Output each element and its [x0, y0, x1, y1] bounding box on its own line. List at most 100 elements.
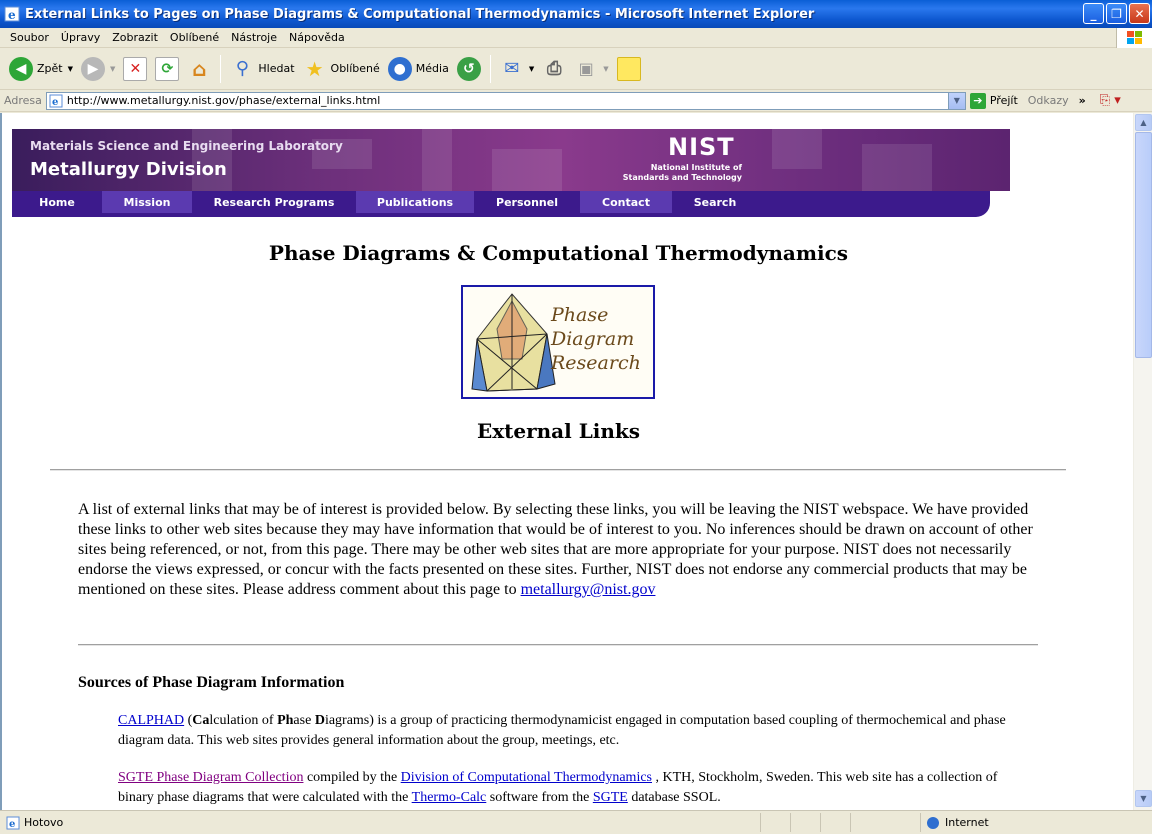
dct-link[interactable]: Division of Computational Thermodynamics — [401, 770, 652, 785]
nav-research-programs[interactable]: Research Programs — [192, 191, 356, 213]
edit-button[interactable]: ▣ ▼ — [571, 52, 611, 86]
text-fragment: compiled by the — [303, 770, 401, 785]
forward-dropdown-icon[interactable]: ▼ — [110, 65, 115, 73]
scroll-thumb[interactable] — [1135, 132, 1152, 358]
scroll-down-icon[interactable]: ▼ — [1135, 790, 1152, 807]
nist-banner: Materials Science and Engineering Labora… — [12, 129, 1010, 191]
nist-subtitle-line2: Standards and Technology — [622, 173, 742, 182]
nist-logo[interactable]: NIST — [668, 133, 735, 161]
sgte-link[interactable]: SGTE — [593, 790, 628, 805]
home-button[interactable]: ⌂ — [184, 52, 214, 86]
note-icon — [616, 56, 641, 81]
menu-edit[interactable]: Úpravy — [55, 31, 106, 44]
text-fragment: D — [314, 713, 325, 728]
sgte-paragraph: SGTE Phase Diagram Collection compiled b… — [118, 768, 1018, 808]
status-text: Hotovo — [24, 816, 64, 829]
thermo-calc-link[interactable]: Thermo-Calc — [412, 790, 487, 805]
text-fragment: lculation of — [209, 713, 278, 728]
sgte-collection-link[interactable]: SGTE Phase Diagram Collection — [118, 770, 303, 785]
nav-contact[interactable]: Contact — [580, 191, 672, 213]
maximize-button[interactable]: ❐ — [1106, 3, 1127, 24]
phase-diagram-prism-icon — [471, 293, 556, 392]
forward-button[interactable]: ▶ ▼ — [78, 52, 118, 86]
address-label: Adresa — [4, 94, 42, 107]
menu-file[interactable]: Soubor — [4, 31, 55, 44]
vertical-scrollbar[interactable]: ▲ ▼ — [1133, 113, 1152, 810]
search-button[interactable]: ⚲ Hledat — [227, 52, 297, 86]
nav-mission[interactable]: Mission — [102, 191, 192, 213]
address-bar: Adresa e http://www.metallurgy.nist.gov/… — [0, 90, 1152, 112]
calphad-link[interactable]: CALPHAD — [118, 713, 184, 728]
stop-button[interactable]: ✕ — [120, 52, 150, 86]
logo-text-line1: Phase — [551, 304, 609, 326]
nav-publications[interactable]: Publications — [356, 191, 474, 213]
divider — [78, 644, 1038, 646]
messenger-button[interactable] — [614, 52, 644, 86]
history-button[interactable]: ↺ — [454, 52, 484, 86]
site-nav: Home Mission Research Programs Publicati… — [12, 191, 990, 217]
go-button[interactable]: ➔ Přejít — [969, 92, 1018, 109]
menu-tools[interactable]: Nástroje — [225, 31, 283, 44]
links-more-icon[interactable]: » — [1079, 94, 1086, 107]
toolbar-extension-icon[interactable]: ⎘ ▾ — [1100, 93, 1121, 108]
address-url: http://www.metallurgy.nist.gov/phase/ext… — [66, 94, 381, 107]
address-dropdown-icon[interactable]: ▼ — [947, 92, 965, 109]
links-label[interactable]: Odkazy — [1028, 94, 1069, 107]
text-fragment: iagrams — [324, 713, 370, 728]
address-input[interactable]: e http://www.metallurgy.nist.gov/phase/e… — [45, 91, 966, 110]
sources-heading: Sources of Phase Diagram Information — [78, 674, 345, 691]
mail-icon: ✉ — [504, 58, 520, 79]
refresh-icon: ⟳ — [155, 56, 180, 81]
lab-name: Materials Science and Engineering Labora… — [30, 139, 343, 153]
menu-favorites[interactable]: Oblíbené — [164, 31, 225, 44]
intro-paragraph: A list of external links that may be of … — [78, 500, 1042, 600]
nav-search[interactable]: Search — [672, 191, 758, 213]
nist-subtitle: National Institute of Standards and Tech… — [612, 163, 742, 183]
page-title: Phase Diagrams & Computational Thermodyn… — [268, 241, 849, 265]
media-button[interactable]: ● Média — [385, 52, 452, 86]
scroll-up-icon[interactable]: ▲ — [1135, 114, 1152, 131]
history-icon: ↺ — [456, 56, 481, 81]
favorites-button[interactable]: ★ Oblíbené — [300, 52, 383, 86]
title-bar: e External Links to Pages on Phase Diagr… — [0, 0, 1152, 28]
edit-dropdown-icon[interactable]: ▼ — [603, 65, 608, 73]
toolbar-separator — [489, 54, 491, 83]
zone-label: Internet — [945, 816, 989, 829]
svg-text:e: e — [52, 97, 58, 108]
toolbar-separator — [220, 54, 222, 83]
email-link[interactable]: metallurgy@nist.gov — [521, 581, 656, 598]
logo-text-line3: Research — [551, 352, 641, 374]
section-title: External Links — [476, 419, 641, 443]
mail-dropdown-icon[interactable]: ▼ — [529, 65, 534, 73]
refresh-button[interactable]: ⟳ — [152, 52, 182, 86]
page-icon: e — [49, 94, 63, 108]
stop-icon: ✕ — [123, 56, 148, 81]
favorites-label: Oblíbené — [330, 62, 380, 75]
page-status-icon: e — [6, 816, 20, 830]
page-viewport: Materials Science and Engineering Labora… — [0, 113, 1133, 810]
media-globe-icon: ● — [387, 56, 412, 81]
text-fragment: Ph — [277, 713, 294, 728]
edit-icon: ▣ — [578, 59, 594, 78]
menu-help[interactable]: Nápověda — [283, 31, 351, 44]
status-pane — [790, 813, 820, 832]
nav-personnel[interactable]: Personnel — [474, 191, 580, 213]
svg-text:e: e — [8, 8, 16, 22]
print-icon: ⎙ — [547, 58, 562, 79]
close-button[interactable]: ✕ — [1129, 3, 1150, 24]
back-dropdown-icon[interactable]: ▼ — [68, 65, 73, 73]
status-pane — [760, 813, 790, 832]
mail-button[interactable]: ✉ ▼ — [497, 52, 537, 86]
toolbar: ◀ Zpět ▼ ▶ ▼ ✕ ⟳ ⌂ ⚲ Hledat ★ Oblíbené ●… — [0, 48, 1152, 90]
forward-arrow-icon: ▶ — [81, 56, 105, 81]
back-button[interactable]: ◀ Zpět ▼ — [6, 52, 76, 86]
window-title: External Links to Pages on Phase Diagram… — [25, 6, 815, 22]
print-button[interactable]: ⎙ — [539, 52, 569, 86]
status-pane — [820, 813, 850, 832]
nav-home[interactable]: Home — [12, 191, 102, 213]
text-fragment: software from the — [486, 790, 593, 805]
menu-view[interactable]: Zobrazit — [106, 31, 164, 44]
search-label: Hledat — [258, 62, 295, 75]
security-zone: Internet — [920, 813, 989, 832]
minimize-button[interactable]: _ — [1083, 3, 1104, 24]
